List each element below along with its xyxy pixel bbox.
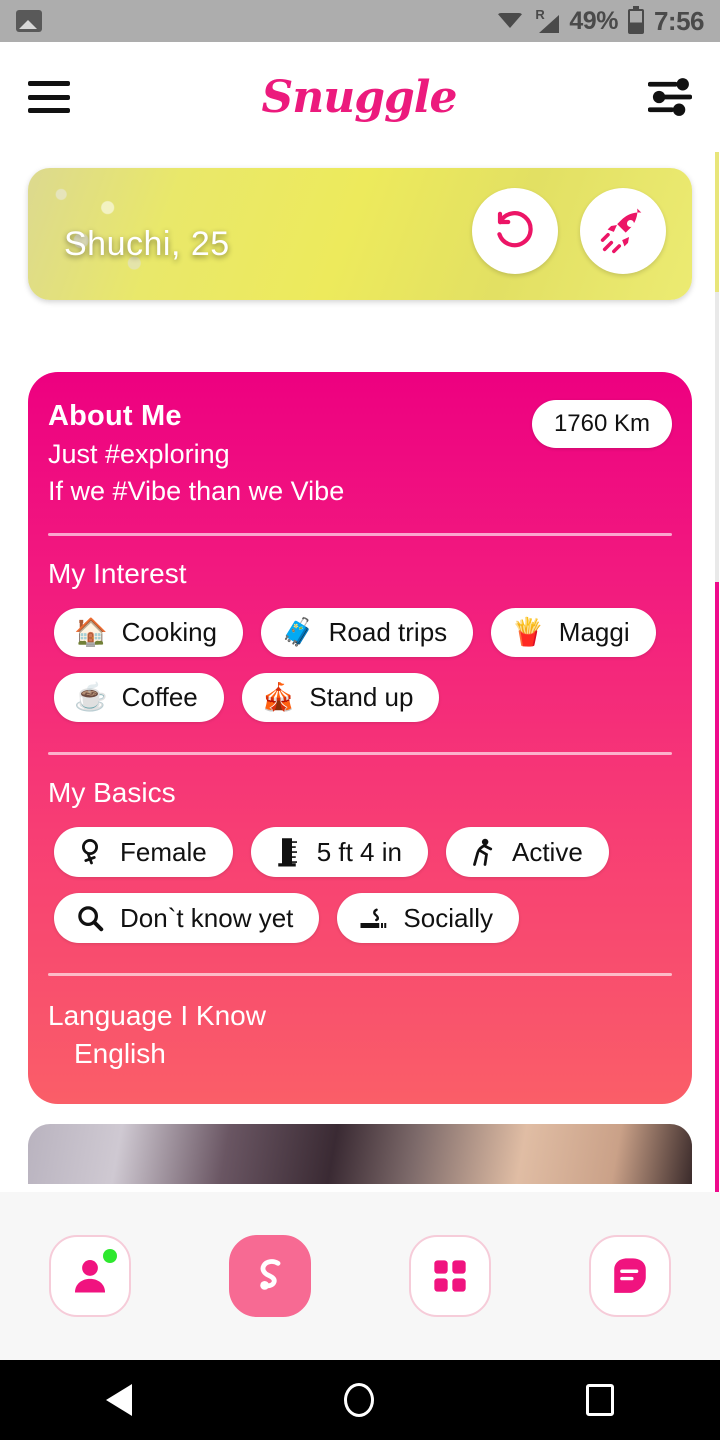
- basics-chip-label: Female: [120, 836, 207, 867]
- app-title: Snuggle: [261, 71, 458, 123]
- basics-chip-list: Female 5 ft 4 in Active Don`t know yet S…: [48, 827, 672, 943]
- profile-feed-scroll[interactable]: Shuchi, 25 About Me Just #exploring If w…: [0, 152, 720, 1192]
- nav-item-chat[interactable]: [589, 1235, 671, 1317]
- about-text-block: About Me Just #exploring If we #Vibe tha…: [48, 400, 344, 507]
- interest-chip-list: 🏠 Cooking 🧳 Road trips 🍟 Maggi ☕ Coffee …: [48, 608, 672, 722]
- rocket-boost-icon: [600, 208, 642, 254]
- exercise-icon: [466, 836, 498, 868]
- house-icon: 🏠: [74, 617, 108, 647]
- hamburger-menu-icon[interactable]: [28, 81, 70, 113]
- magnifier-icon: [74, 902, 106, 934]
- basics-chip[interactable]: Socially: [337, 893, 519, 943]
- divider-interests: [48, 533, 672, 536]
- interest-chip[interactable]: 🏠 Cooking: [54, 608, 244, 657]
- boost-button[interactable]: [580, 188, 666, 274]
- interest-chip[interactable]: ☕ Coffee: [54, 673, 224, 722]
- online-status-badge: [103, 1249, 117, 1263]
- interest-chip-label: Maggi: [558, 617, 630, 647]
- basics-section-label: My Basics: [48, 777, 176, 808]
- next-photo-card[interactable]: [28, 1124, 692, 1184]
- about-line-1: Just #exploring: [48, 439, 230, 469]
- signal-icon: R: [533, 7, 560, 33]
- fast-food-icon: 🍟: [511, 617, 545, 647]
- interest-chip[interactable]: 🧳 Road trips: [261, 608, 474, 657]
- distance-badge[interactable]: 1760 Km: [531, 400, 672, 448]
- photo-action-buttons: [472, 188, 666, 274]
- chat-bubble-icon: [614, 1258, 646, 1293]
- scrollbar[interactable]: [715, 152, 719, 1192]
- back-icon[interactable]: [106, 1384, 132, 1416]
- status-bar-right: R 49% 7:56: [497, 5, 705, 37]
- nav-item-grid[interactable]: [409, 1235, 491, 1317]
- height-ruler-icon: [271, 836, 303, 868]
- profile-name-age: Shuchi, 25: [64, 225, 230, 263]
- basics-chip-label: Don`t know yet: [120, 902, 294, 933]
- wifi-icon: [497, 11, 524, 31]
- basics-chip-label: Socially: [403, 902, 493, 933]
- undo-arrow-icon: [497, 211, 533, 248]
- language-value: English: [74, 1038, 166, 1069]
- interests-section-label: My Interest: [48, 558, 187, 589]
- basics-chip[interactable]: Don`t know yet: [54, 893, 320, 943]
- basics-chip-label: Active: [511, 836, 583, 867]
- recents-icon[interactable]: [586, 1384, 614, 1416]
- bottom-navigation: [0, 1192, 720, 1360]
- interest-chip[interactable]: 🎪 Stand up: [241, 673, 440, 722]
- about-line-2: If we #Vibe than we Vibe: [48, 476, 345, 506]
- interest-chip[interactable]: 🍟 Maggi: [491, 608, 656, 657]
- profile-photo-card[interactable]: Shuchi, 25: [28, 168, 692, 300]
- about-card: About Me Just #exploring If we #Vibe tha…: [28, 372, 692, 1104]
- battery-percent: 49%: [569, 6, 618, 35]
- photo-icon: [16, 10, 42, 32]
- undo-button[interactable]: [472, 188, 558, 274]
- stand-up-icon: 🎪: [261, 682, 296, 712]
- status-bar: R 49% 7:56: [0, 0, 720, 42]
- status-bar-clock: 7:56: [653, 5, 705, 36]
- interest-chip-label: Coffee: [121, 682, 198, 712]
- filter-sliders-icon[interactable]: [648, 77, 692, 117]
- home-icon[interactable]: [344, 1383, 374, 1417]
- interest-chip-label: Road trips: [328, 617, 448, 647]
- basics-chip[interactable]: Active: [445, 827, 609, 877]
- roaming-label: R: [535, 7, 545, 22]
- basics-chip-label: 5 ft 4 in: [316, 836, 402, 867]
- interest-chip-label: Stand up: [309, 682, 414, 712]
- about-header: About Me Just #exploring If we #Vibe tha…: [48, 400, 672, 507]
- status-bar-left: [16, 10, 42, 32]
- divider-language: [48, 973, 672, 976]
- battery-icon: [627, 5, 644, 34]
- basics-chip[interactable]: Female: [54, 827, 233, 877]
- language-section-label: Language I Know: [48, 1000, 266, 1031]
- cigarette-icon: [357, 902, 389, 934]
- nav-item-discover[interactable]: [229, 1235, 311, 1317]
- divider-basics: [48, 752, 672, 755]
- luggage-icon: 🧳: [281, 617, 315, 647]
- grid-icon: [434, 1260, 466, 1292]
- app-header: Snuggle: [0, 42, 720, 152]
- interest-chip-label: Cooking: [121, 617, 218, 647]
- coffee-icon: ☕: [74, 682, 108, 712]
- nav-item-profile[interactable]: [49, 1235, 131, 1317]
- snuggle-s-logo-icon: [260, 1259, 281, 1290]
- app-screen: R 49% 7:56 Snuggle Shuchi, 25 About Me J…: [0, 0, 720, 1440]
- female-gender-icon: [74, 836, 106, 868]
- about-title: About Me: [48, 400, 182, 432]
- android-navigation-bar: [0, 1360, 720, 1440]
- basics-chip[interactable]: 5 ft 4 in: [250, 827, 428, 877]
